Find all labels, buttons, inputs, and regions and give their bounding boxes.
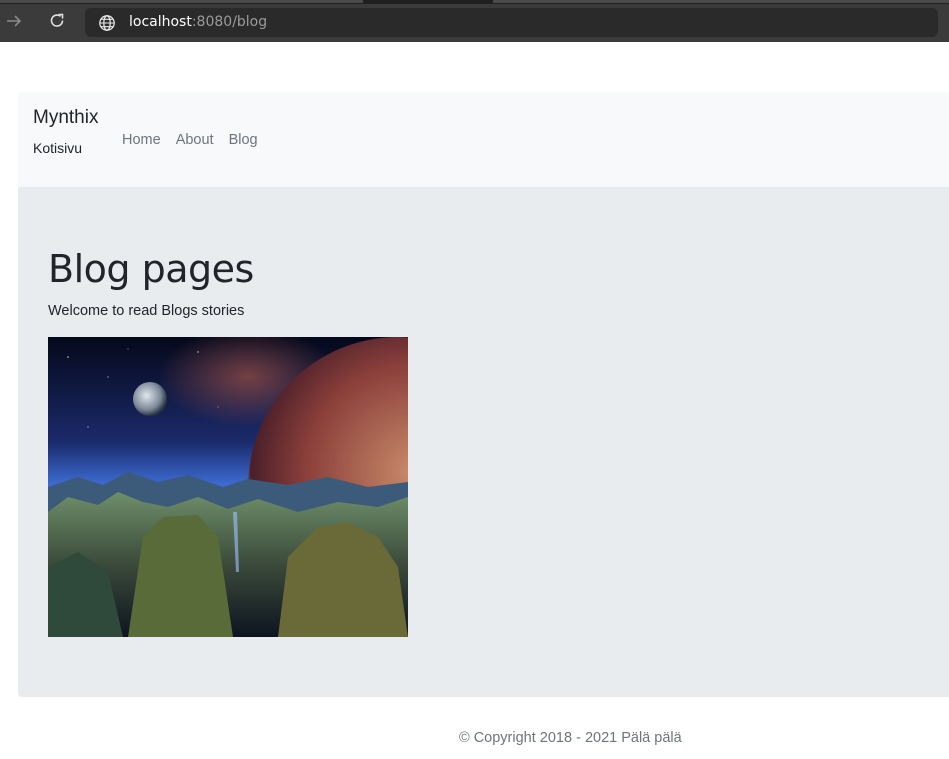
tab-strip [0, 0, 949, 4]
arrow-right-icon [7, 15, 22, 27]
browser-toolbar: localhost:8080/blog [0, 0, 949, 42]
site-navbar: Mynthix Kotisivu Home About Blog [18, 92, 949, 187]
nav-link-blog[interactable]: Blog [229, 132, 258, 148]
nav-link-about[interactable]: About [176, 132, 214, 148]
url-text[interactable]: localhost:8080/blog [129, 14, 267, 31]
page-title: Blog pages [48, 247, 254, 291]
url-path: :8080/blog [191, 14, 268, 30]
tab[interactable] [0, 0, 363, 3]
forward-button[interactable] [3, 10, 25, 32]
url-host: localhost [129, 14, 192, 30]
globe-icon [99, 15, 115, 31]
page-lead: Welcome to read Blogs stories [48, 303, 245, 319]
space-landscape-image [48, 337, 408, 637]
site-subtitle: Kotisivu [33, 140, 83, 156]
site-brand[interactable]: Mynthix [33, 107, 98, 129]
nav-links: Home About Blog [122, 132, 258, 148]
tab[interactable] [493, 0, 949, 3]
nav-link-home[interactable]: Home [122, 132, 161, 148]
reload-icon [50, 13, 64, 27]
reload-button[interactable] [46, 10, 68, 32]
jumbotron: Blog pages Welcome to read Blogs stories [18, 187, 949, 697]
address-bar[interactable]: localhost:8080/blog [85, 8, 938, 37]
site-footer: © Copyright 2018 - 2021 Pälä pälä [0, 730, 949, 750]
copyright-text: © Copyright 2018 - 2021 Pälä pälä [459, 730, 682, 746]
hero-image [48, 337, 408, 637]
